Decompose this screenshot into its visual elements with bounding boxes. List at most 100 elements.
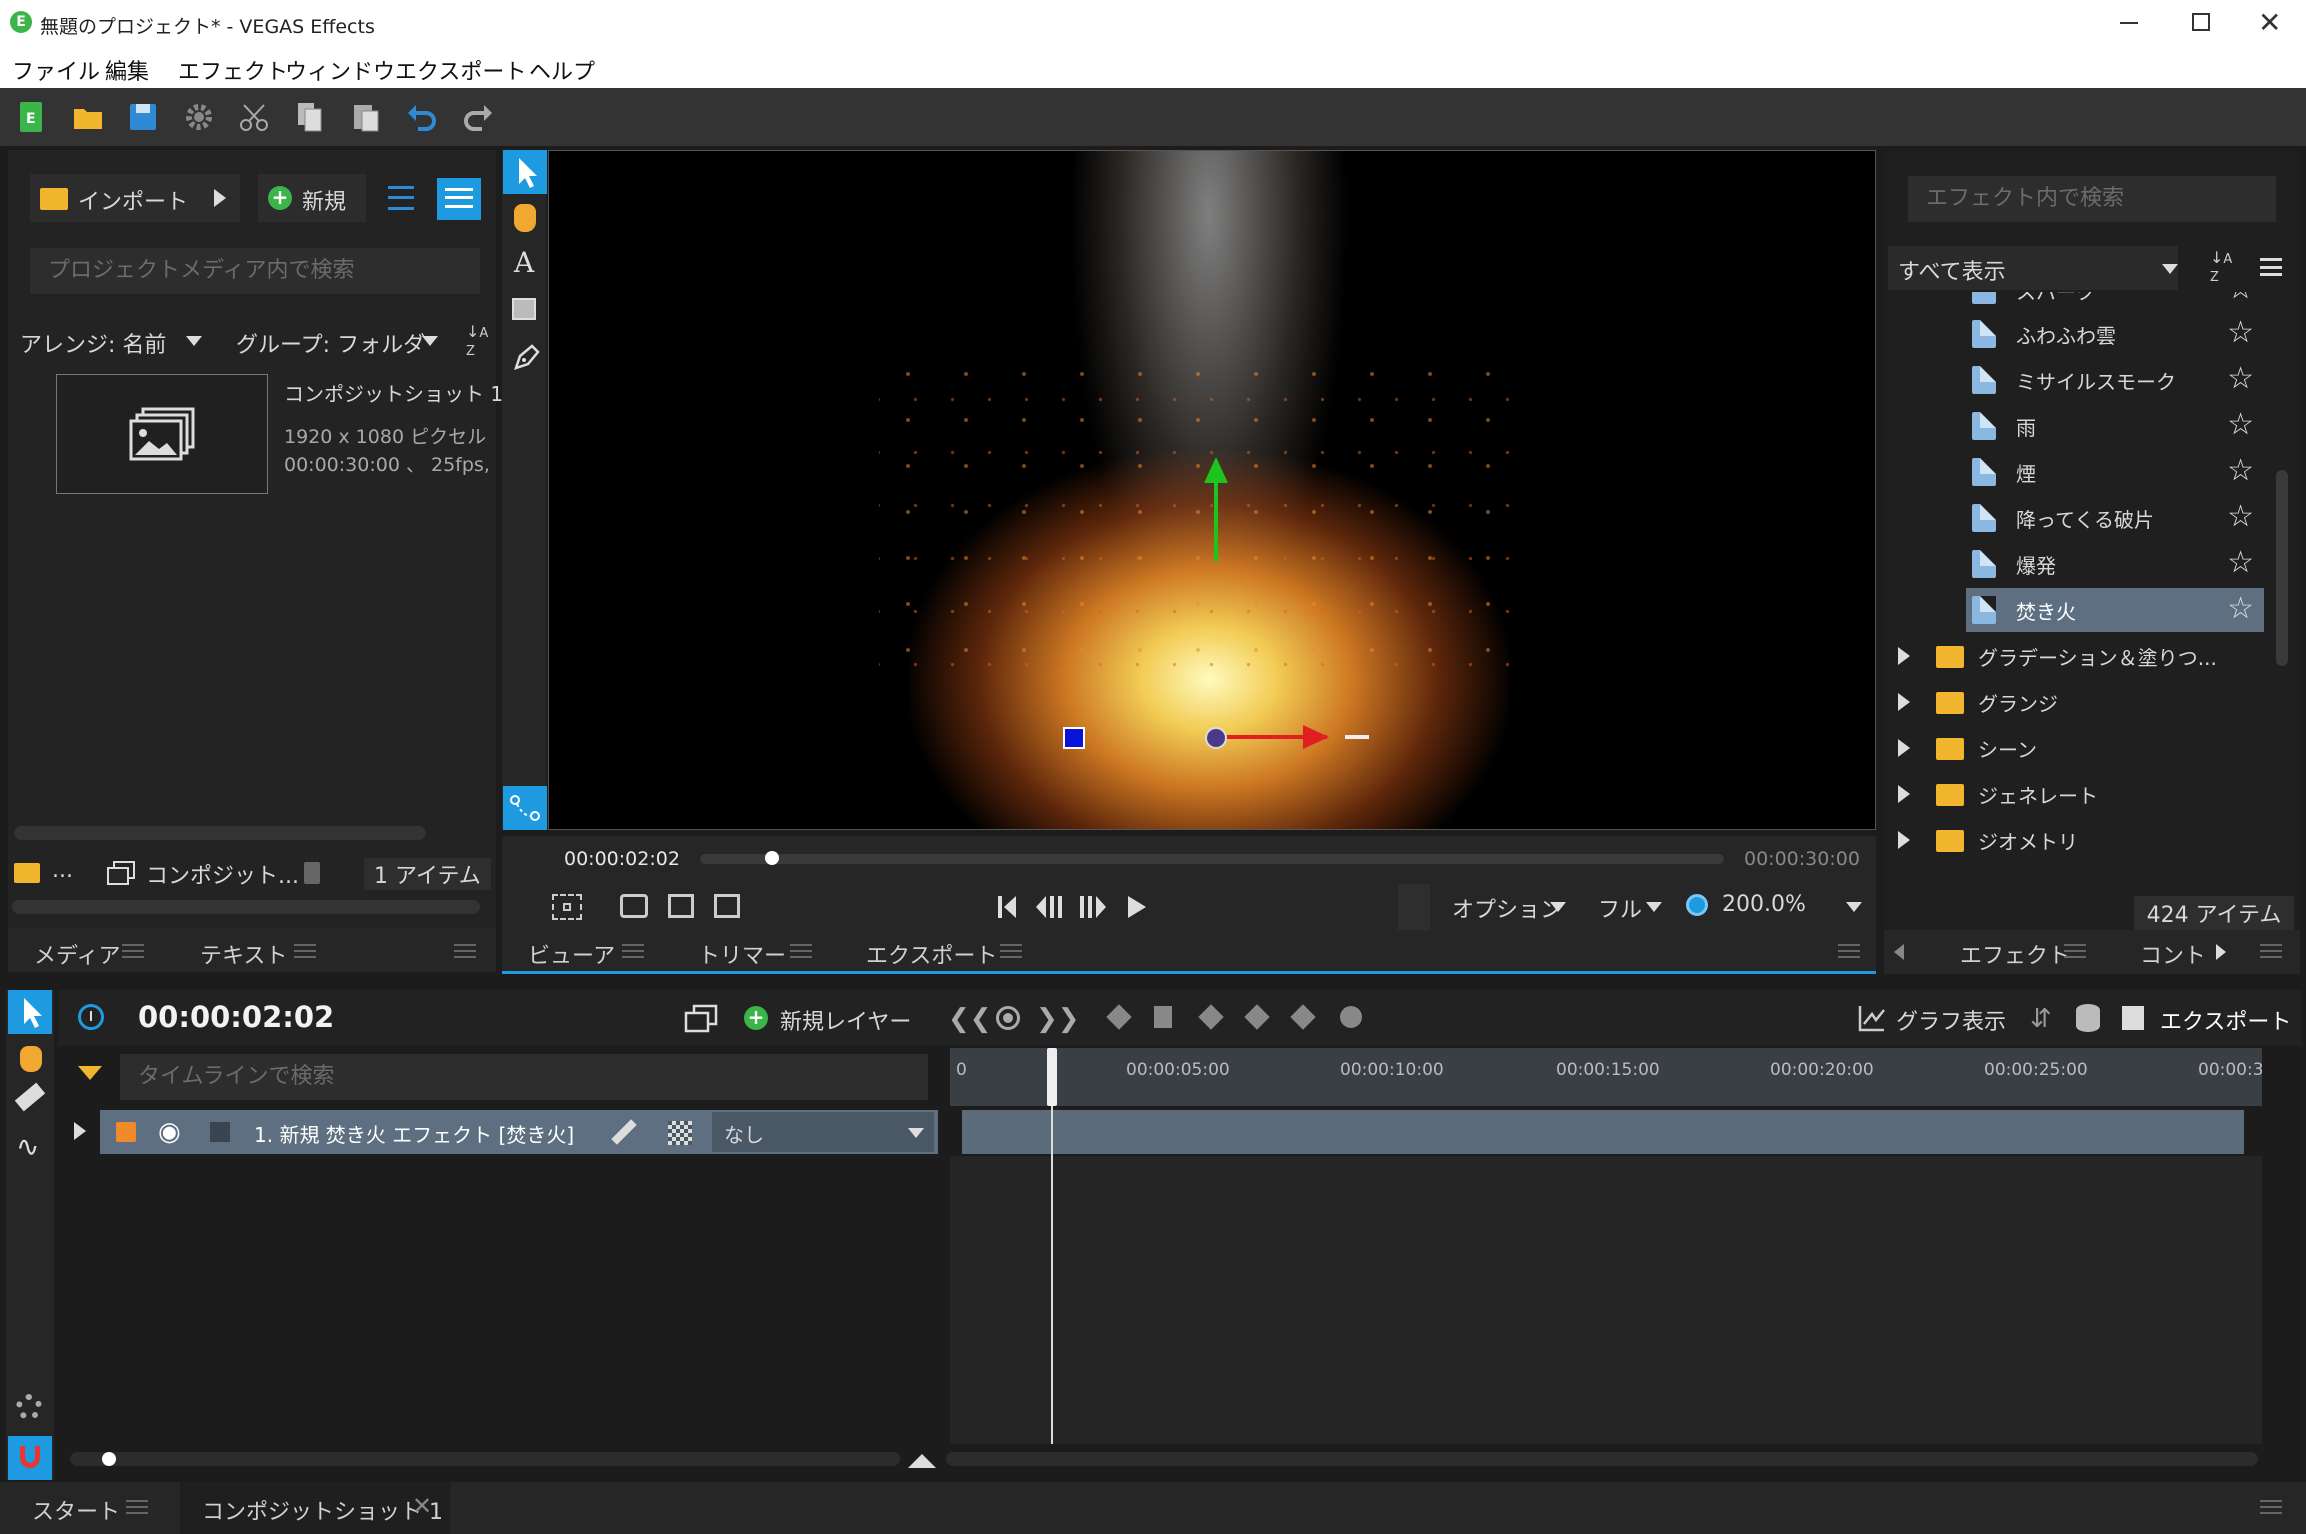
tab-menu-icon[interactable]: [294, 944, 316, 958]
menu-effects[interactable]: エフェクト: [178, 54, 288, 86]
prev-frame-icon[interactable]: [1034, 894, 1064, 920]
next-keyframe-icon[interactable]: ❯❯: [1036, 1004, 1080, 1034]
zoom-mountain-icon[interactable]: [908, 1454, 936, 1468]
keyframe-auto-icon[interactable]: [1290, 1004, 1316, 1030]
menu-export[interactable]: エクスポート: [395, 54, 526, 86]
timeline-filter-icon[interactable]: [78, 1066, 102, 1080]
cut-icon[interactable]: [238, 101, 270, 133]
menu-edit[interactable]: 編集: [105, 54, 149, 86]
playhead-line[interactable]: [1050, 1106, 1053, 1444]
paste-icon[interactable]: [350, 101, 382, 133]
tab-composite-shot[interactable]: コンポジットショット 1 ✕: [180, 1482, 450, 1534]
effect-item-partial[interactable]: スパーク ☆: [1972, 292, 2264, 312]
tab-menu-icon[interactable]: [1000, 944, 1022, 958]
media-scrollbar[interactable]: [14, 826, 426, 840]
timeline-zoom-icon[interactable]: ⇵: [2030, 1004, 2052, 1034]
tab-media[interactable]: メディア: [34, 938, 120, 970]
effect-folder[interactable]: ジオメトリ: [1890, 818, 2230, 862]
effect-item[interactable]: ふわふわ雲 ☆: [1972, 312, 2264, 356]
maximize-button[interactable]: [2192, 13, 2210, 31]
effect-folder[interactable]: ジェネレート: [1890, 772, 2230, 816]
razor-tool-icon[interactable]: [14, 1082, 46, 1112]
close-button[interactable]: ✕: [2258, 6, 2281, 39]
keyframe-ease-icon[interactable]: [1198, 1004, 1224, 1030]
panel-menu-icon[interactable]: [454, 944, 476, 958]
record-keyframe-icon[interactable]: [996, 1006, 1020, 1030]
folder-icon[interactable]: [14, 863, 40, 883]
effect-folder[interactable]: シーン: [1890, 726, 2230, 770]
composite-icon[interactable]: [106, 860, 136, 886]
tab-controls[interactable]: コントロ: [2140, 938, 2202, 970]
effects-search-input[interactable]: エフェクト内で検索: [1908, 176, 2276, 222]
motion-path-icon[interactable]: [503, 786, 547, 830]
timeline-ruler[interactable]: 0 00:00:05:00 00:00:10:00 00:00:15:00 00…: [950, 1048, 2262, 1106]
menu-window[interactable]: ウィンドウ: [285, 54, 395, 86]
effects-menu-icon[interactable]: [2260, 258, 2282, 276]
play-icon[interactable]: [1126, 894, 1148, 920]
snapshot-icon[interactable]: [552, 894, 582, 920]
prev-keyframe-icon[interactable]: ❮❮: [948, 1004, 992, 1034]
tab-menu-icon[interactable]: [2064, 944, 2086, 958]
redo-icon[interactable]: [462, 101, 494, 133]
keyframe-diamond-icon[interactable]: [1106, 1004, 1132, 1030]
export-frame-icon[interactable]: [668, 894, 694, 918]
snap-magnet-icon[interactable]: [8, 1436, 52, 1480]
media-hscroll[interactable]: [12, 900, 480, 914]
media-item[interactable]: コンポジットショット 1 1920 x 1080 ピクセル 00:00:30:0…: [56, 374, 503, 500]
loop-icon[interactable]: [620, 894, 648, 918]
curve-tool-icon[interactable]: ∿: [16, 1130, 39, 1163]
tab-effects[interactable]: エフェクト: [1960, 938, 2070, 970]
sort-az-icon[interactable]: ↓A Z: [2210, 250, 2232, 286]
trash-icon[interactable]: [304, 862, 320, 884]
favorite-star-icon[interactable]: ☆: [2227, 500, 2254, 534]
new-composite-icon[interactable]: [684, 1004, 718, 1034]
zoom-icon[interactable]: [1686, 894, 1708, 916]
tab-text[interactable]: テキスト: [200, 938, 287, 970]
effect-item[interactable]: 雨 ☆: [1972, 404, 2264, 448]
tab-menu-icon[interactable]: [790, 944, 812, 958]
options-dropdown[interactable]: オプション: [1452, 892, 1562, 924]
timeline-settings-icon[interactable]: [16, 1394, 42, 1420]
timeline-export-button[interactable]: エクスポート: [2122, 998, 2292, 1038]
open-folder-icon[interactable]: [72, 101, 104, 133]
render-cache-icon[interactable]: [2076, 1004, 2100, 1032]
gizmo-y-arrow-icon[interactable]: [1204, 457, 1228, 483]
lock-icon[interactable]: [116, 1122, 136, 1142]
tab-menu-icon[interactable]: [622, 944, 644, 958]
timeline-search-input[interactable]: タイムラインで検索: [120, 1054, 928, 1100]
gizmo-y-axis[interactable]: [1214, 481, 1218, 561]
keyframe-info-icon[interactable]: [1340, 1006, 1362, 1028]
viewer-scrub-handle[interactable]: [764, 851, 779, 865]
layer-row[interactable]: ◉ 1. 新規 焚き火 エフェクト [焚き火] なし: [100, 1110, 938, 1154]
layer-zoom-slider[interactable]: [70, 1452, 900, 1466]
gizmo-x-handle[interactable]: [1345, 735, 1369, 739]
effect-folder[interactable]: グランジ: [1890, 680, 2230, 724]
viewer-canvas[interactable]: [548, 150, 1876, 830]
new-layer-button[interactable]: + 新規レイヤー: [744, 998, 954, 1038]
timeline-current-time[interactable]: 00:00:02:02: [138, 1000, 334, 1034]
sort-az-icon[interactable]: ↓A Z: [466, 324, 488, 360]
favorite-star-icon[interactable]: ☆: [2227, 292, 2254, 306]
group-dropdown[interactable]: グループ: フォルダ: [226, 318, 446, 366]
timeline-clip[interactable]: [962, 1110, 2244, 1154]
settings-gear-icon[interactable]: [183, 101, 215, 133]
favorite-star-icon[interactable]: ☆: [2227, 408, 2254, 442]
effects-filter-dropdown[interactable]: すべて表示: [1888, 246, 2178, 290]
tab-scroll-right-icon[interactable]: [2216, 944, 2226, 960]
next-frame-icon[interactable]: [1078, 894, 1108, 920]
tab-export[interactable]: エクスポート: [866, 938, 997, 970]
tab-scroll-left-icon[interactable]: [1894, 944, 1904, 960]
favorite-star-icon[interactable]: ☆: [2227, 592, 2254, 626]
pen-tool-icon[interactable]: [512, 342, 540, 372]
hand-tool-icon[interactable]: [20, 1046, 42, 1072]
import-frame-icon[interactable]: [714, 894, 740, 918]
tab-menu-icon[interactable]: [122, 944, 144, 958]
layer-mask-icon[interactable]: [668, 1121, 692, 1145]
import-button[interactable]: インポート: [30, 174, 240, 222]
close-tab-icon[interactable]: ✕: [412, 1492, 432, 1520]
undo-icon[interactable]: [406, 101, 438, 133]
split-view-icon[interactable]: [1398, 884, 1430, 930]
timeline-hscroll[interactable]: [946, 1452, 2258, 1466]
zoom-level[interactable]: 200.0%: [1722, 892, 1806, 917]
favorite-star-icon[interactable]: ☆: [2227, 316, 2254, 350]
